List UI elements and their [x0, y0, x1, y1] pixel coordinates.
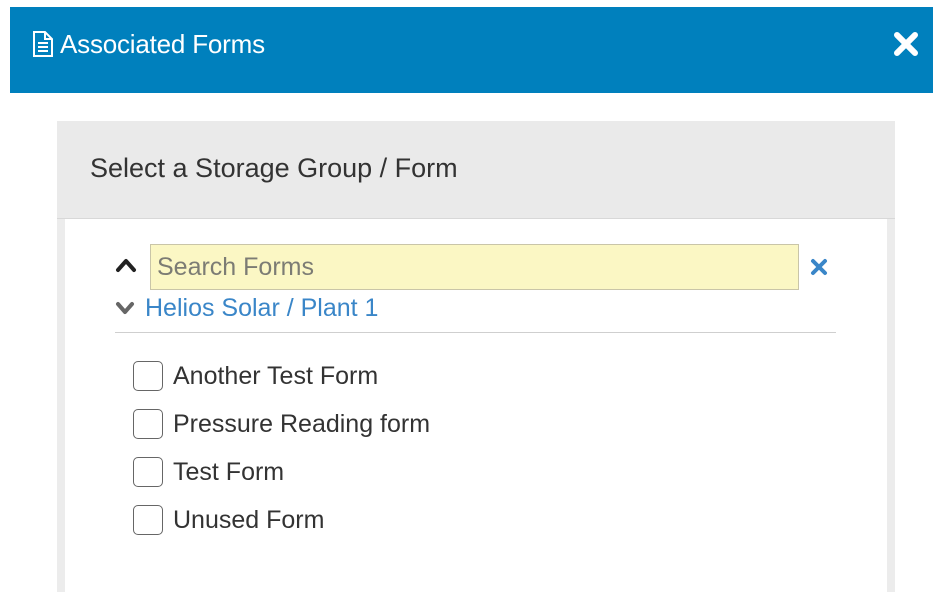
- form-list: Another Test Form Pressure Reading form …: [133, 352, 430, 544]
- form-checkbox[interactable]: [133, 361, 163, 391]
- form-item: Another Test Form: [133, 352, 430, 400]
- form-label[interactable]: Another Test Form: [173, 361, 378, 391]
- form-checkbox[interactable]: [133, 505, 163, 535]
- storage-group-link[interactable]: Helios Solar / Plant 1: [145, 294, 378, 323]
- modal-header: Associated Forms: [10, 7, 933, 93]
- document-icon: [32, 31, 54, 57]
- storage-group-panel: Select a Storage Group / Form Search For…: [57, 121, 895, 592]
- divider: [115, 332, 836, 333]
- chevron-up-icon[interactable]: [115, 255, 137, 275]
- form-item: Pressure Reading form: [133, 400, 430, 448]
- form-label[interactable]: Test Form: [173, 457, 284, 487]
- form-item: Unused Form: [133, 496, 430, 544]
- associated-forms-page: Associated Forms Select a Storage Group …: [0, 0, 933, 592]
- chevron-down-icon[interactable]: [115, 300, 135, 316]
- modal-title: Associated Forms: [32, 28, 265, 60]
- panel-body: Helios Solar / Plant 1 Another Test Form…: [65, 219, 887, 592]
- storage-group-row: Helios Solar / Plant 1: [115, 293, 378, 323]
- panel-heading-text: Select a Storage Group / Form: [90, 153, 458, 183]
- form-checkbox[interactable]: [133, 457, 163, 487]
- search-input[interactable]: [150, 244, 799, 290]
- form-item: Test Form: [133, 448, 430, 496]
- panel-heading: Select a Storage Group / Form: [57, 121, 895, 219]
- close-icon[interactable]: [893, 31, 919, 57]
- form-label[interactable]: Pressure Reading form: [173, 409, 430, 439]
- modal-title-text: Associated Forms: [60, 29, 265, 59]
- form-checkbox[interactable]: [133, 409, 163, 439]
- form-label[interactable]: Unused Form: [173, 505, 324, 535]
- clear-icon[interactable]: [809, 257, 829, 277]
